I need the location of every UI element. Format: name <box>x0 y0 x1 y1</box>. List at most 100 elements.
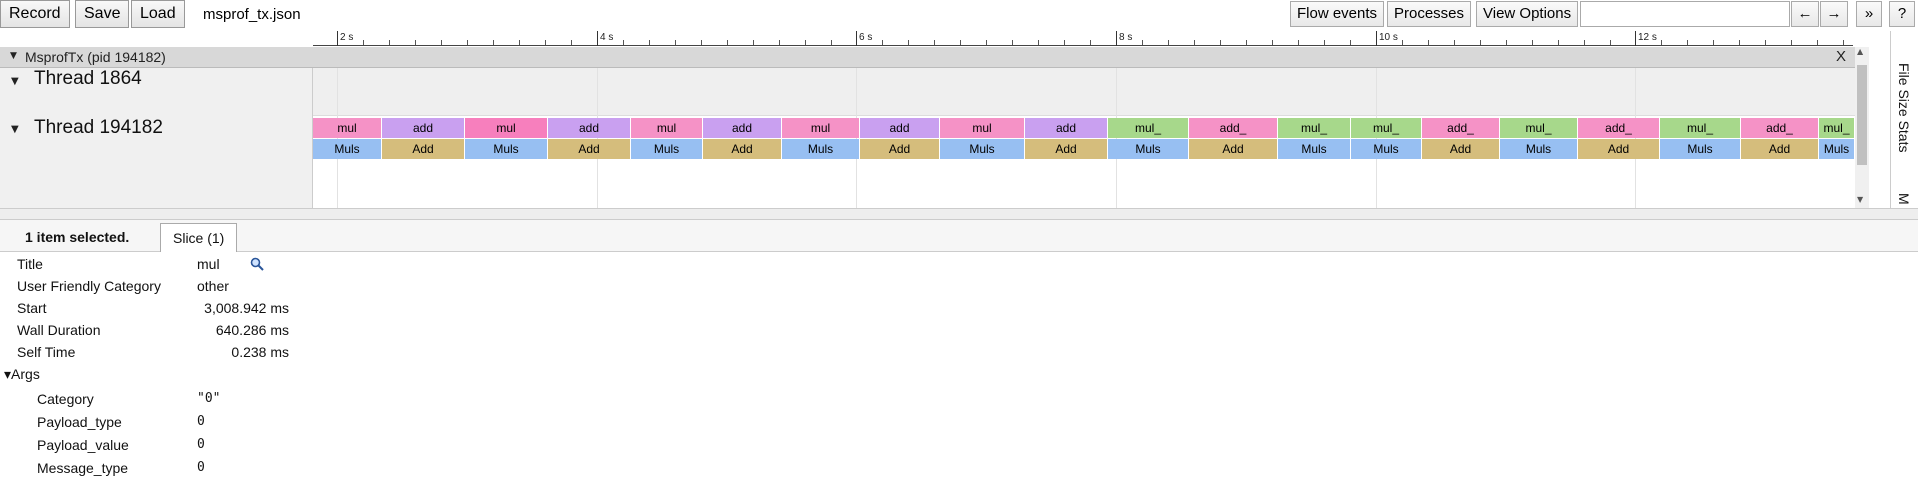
scroll-up-icon[interactable]: ▲ <box>1857 47 1863 56</box>
ruler-major-tick <box>856 31 857 46</box>
slice-top[interactable]: mul_ <box>1819 118 1854 138</box>
ruler-minor-tick <box>1272 40 1273 45</box>
slice-bottom[interactable]: Muls <box>631 139 702 159</box>
slice-bottom[interactable]: Add <box>1578 139 1659 159</box>
slice-top[interactable]: mul <box>313 118 381 138</box>
ruler-minor-tick <box>1791 40 1792 45</box>
ruler-minor-tick <box>1090 40 1091 45</box>
slice-bottom[interactable]: Add <box>1189 139 1277 159</box>
timeline-content[interactable]: mul add mul add mul add mul add mul add mul_ add_ mu… <box>313 68 1855 208</box>
panel-divider[interactable] <box>0 208 1918 220</box>
ruler-minor-tick <box>519 40 520 45</box>
record-button[interactable]: Record <box>0 0 70 28</box>
slice-bottom[interactable]: Muls <box>1351 139 1421 159</box>
slice-bottom[interactable]: Add <box>860 139 939 159</box>
slice-top[interactable]: add_ <box>1741 118 1818 138</box>
ruler-tick-label: 6 s <box>859 32 873 43</box>
ruler-minor-tick <box>805 40 806 45</box>
slice-top[interactable]: add_ <box>1578 118 1659 138</box>
slice-top[interactable]: add_ <box>1189 118 1277 138</box>
slice-bottom[interactable]: Muls <box>1278 139 1350 159</box>
arg-label: Payload_type <box>37 414 122 430</box>
collapse-triangle-icon[interactable]: ▼ <box>10 51 17 61</box>
process-header[interactable]: ▼ MsprofTx (pid 194182) X <box>0 47 1855 68</box>
slice-top[interactable]: add <box>548 118 630 138</box>
slice-bottom[interactable]: Muls <box>782 139 859 159</box>
slice-top[interactable]: mul_ <box>1278 118 1350 138</box>
expand-button[interactable]: » <box>1856 1 1882 27</box>
slice-top[interactable]: mul_ <box>1500 118 1577 138</box>
search-input[interactable] <box>1580 1 1790 27</box>
slice-bottom[interactable]: Muls <box>1660 139 1740 159</box>
slice-top[interactable]: add <box>1025 118 1107 138</box>
slice-top[interactable]: add <box>382 118 464 138</box>
grid-line <box>337 68 338 208</box>
slice-bottom[interactable]: Muls <box>1108 139 1188 159</box>
slice-bottom[interactable]: Add <box>548 139 630 159</box>
ruler-minor-tick <box>882 40 883 45</box>
slice-bottom[interactable]: Muls <box>1500 139 1577 159</box>
ruler-minor-tick <box>986 40 987 45</box>
slice-bottom[interactable]: Add <box>382 139 464 159</box>
time-ruler[interactable]: 2 s 4 s 6 s 8 s 10 s 12 s <box>313 31 1853 46</box>
scroll-down-icon[interactable]: ▼ <box>1857 195 1863 204</box>
slice-top[interactable]: mul <box>940 118 1024 138</box>
slice-top[interactable]: mul_ <box>1660 118 1740 138</box>
slice-bottom[interactable]: Muls <box>1819 139 1854 159</box>
ruler-minor-tick <box>1350 40 1351 45</box>
ruler-minor-tick <box>493 40 494 45</box>
ruler-tick-label: 10 s <box>1379 32 1398 43</box>
arg-label: Payload_value <box>37 437 129 453</box>
slice-top[interactable]: mul <box>631 118 702 138</box>
tab-slice[interactable]: Slice (1) <box>160 223 238 252</box>
flow-events-button[interactable]: Flow events <box>1290 1 1385 27</box>
side-tab-m[interactable]: M <box>1896 193 1912 205</box>
slice-bottom[interactable]: Muls <box>940 139 1024 159</box>
ruler-minor-tick <box>1817 40 1818 45</box>
ruler-major-tick <box>1635 31 1636 46</box>
slice-bottom[interactable]: Add <box>1422 139 1499 159</box>
category-value: other <box>197 278 229 294</box>
slice-top[interactable]: mul <box>465 118 547 138</box>
file-name: msprof_tx.json <box>203 6 301 23</box>
ruler-minor-tick <box>1610 40 1611 45</box>
slice-bottom[interactable]: Add <box>703 139 781 159</box>
grid-line <box>1635 68 1636 208</box>
start-label: Start <box>17 300 47 316</box>
slice-top[interactable]: add_ <box>1422 118 1499 138</box>
slice-bottom[interactable]: Add <box>1025 139 1107 159</box>
ruler-tick-label: 4 s <box>600 32 614 43</box>
find-previous-button[interactable]: ← <box>1791 1 1819 27</box>
ruler-minor-tick <box>1064 40 1065 45</box>
slice-top[interactable]: mul_ <box>1351 118 1421 138</box>
ruler-tick-label: 12 s <box>1638 32 1657 43</box>
slice-bottom[interactable]: Add <box>1741 139 1818 159</box>
thread-collapse-icon[interactable]: ▼ <box>11 124 19 135</box>
find-next-button[interactable]: → <box>1820 1 1848 27</box>
ruler-minor-tick <box>753 40 754 45</box>
slice-bottom[interactable]: Muls <box>313 139 381 159</box>
search-icon[interactable] <box>250 257 264 271</box>
thread-collapse-icon[interactable]: ▼ <box>11 76 19 87</box>
view-options-button[interactable]: View Options <box>1476 1 1579 27</box>
close-process-button[interactable]: X <box>1836 48 1846 65</box>
file-size-stats-tab[interactable]: File Size Stats <box>1896 63 1912 152</box>
save-button[interactable]: Save <box>75 0 130 28</box>
grid-line <box>597 68 598 208</box>
slice-top[interactable]: add <box>703 118 781 138</box>
slice-top[interactable]: add <box>860 118 939 138</box>
ruler-minor-tick <box>1558 40 1559 45</box>
slice-top[interactable]: mul <box>782 118 859 138</box>
scrollbar-thumb[interactable] <box>1857 65 1867 165</box>
self-time-label: Self Time <box>17 344 76 360</box>
vertical-scrollbar[interactable]: ▲ ▼ <box>1855 47 1869 208</box>
load-button[interactable]: Load <box>131 0 185 28</box>
slice-top[interactable]: mul_ <box>1108 118 1188 138</box>
wall-duration-label: Wall Duration <box>17 322 101 338</box>
args-toggle[interactable]: ▾Args <box>4 366 40 383</box>
processes-button[interactable]: Processes <box>1387 1 1472 27</box>
help-button[interactable]: ? <box>1889 1 1915 27</box>
slice-bottom[interactable]: Muls <box>465 139 547 159</box>
ruler-major-tick <box>597 31 598 46</box>
process-title: MsprofTx (pid 194182) <box>25 49 166 65</box>
